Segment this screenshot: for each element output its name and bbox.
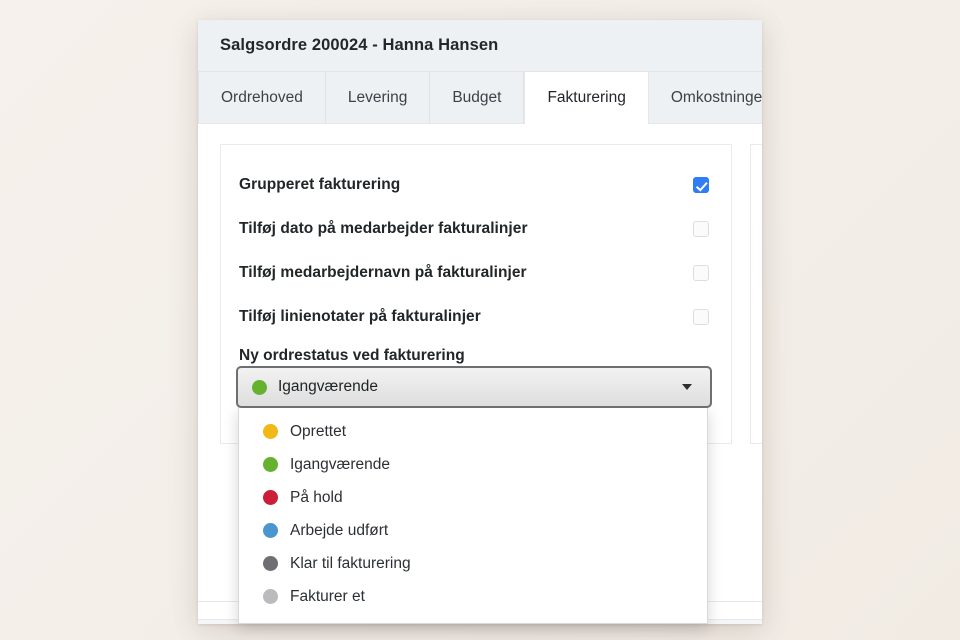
status-option-label: Oprettet: [290, 422, 346, 440]
chevron-down-icon[interactable]: [682, 384, 692, 390]
setting-row-tilfoej-linienotater[interactable]: Tilføj linienotater på fakturalinjer: [239, 295, 711, 339]
status-dot-icon: [263, 589, 278, 604]
status-option-label: Arbejde udført: [290, 521, 389, 539]
setting-row-tilfoej-dato[interactable]: Tilføj dato på medarbejder fakturalinjer: [239, 207, 711, 251]
tab-omkostninger[interactable]: Omkostninger: [649, 72, 762, 123]
screen: Salgsordre 200024 - Hanna Hansen Ordreho…: [0, 0, 960, 640]
status-option-oprettet[interactable]: Oprettet: [239, 415, 707, 448]
status-option-igangvaerende[interactable]: Igangværende: [239, 448, 707, 481]
setting-row-tilfoej-medarbejdernavn[interactable]: Tilføj medarbejdernavn på fakturalinjer: [239, 251, 711, 295]
status-dot-icon: [263, 490, 278, 505]
status-option-paa-hold[interactable]: På hold: [239, 481, 707, 514]
checkbox-tilfoej-linienotater[interactable]: [693, 309, 709, 325]
status-dot-icon: [263, 523, 278, 538]
checkbox-grupperet-fakturering[interactable]: [693, 177, 709, 193]
setting-label: Tilføj linienotater på fakturalinjer: [239, 308, 481, 325]
status-field-label: Ny ordrestatus ved fakturering: [239, 347, 465, 364]
secondary-card: [750, 144, 762, 444]
status-select-value: Igangværende: [252, 378, 682, 396]
status-dot-icon: [252, 379, 267, 395]
status-option-faktureret[interactable]: Fakturer et: [239, 580, 707, 613]
setting-label: Tilføj medarbejdernavn på fakturalinjer: [239, 264, 527, 281]
status-option-label: På hold: [290, 488, 343, 506]
status-option-label: Igangværende: [290, 455, 390, 473]
status-dot-icon: [263, 424, 278, 439]
tab-levering[interactable]: Levering: [326, 72, 431, 123]
status-select[interactable]: Igangværende Oprettet Igangværende På ho…: [236, 366, 712, 624]
setting-row-grupperet-fakturering[interactable]: Grupperet fakturering: [239, 163, 711, 207]
tab-budget[interactable]: Budget: [430, 72, 525, 123]
tab-bar: Ordrehoved Levering Budget Fakturering O…: [198, 72, 762, 124]
tab-ordrehoved[interactable]: Ordrehoved: [198, 72, 326, 123]
dialog-titlebar: Salgsordre 200024 - Hanna Hansen: [198, 20, 762, 72]
status-option-label: Fakturer et: [290, 587, 365, 605]
status-select-value-label: Igangværende: [278, 378, 378, 395]
status-option-label: Klar til fakturering: [290, 554, 411, 572]
checkbox-tilfoej-medarbejdernavn[interactable]: [693, 265, 709, 281]
status-select-trigger[interactable]: Igangværende: [236, 366, 712, 408]
tab-fakturering[interactable]: Fakturering: [524, 72, 649, 124]
status-dot-icon: [263, 457, 278, 472]
page-title: Salgsordre 200024 - Hanna Hansen: [220, 36, 499, 54]
status-option-klar-til-fakturering[interactable]: Klar til fakturering: [239, 547, 707, 580]
status-select-menu[interactable]: Oprettet Igangværende På hold Arbejde ud…: [238, 407, 708, 624]
status-option-arbejde-udfoert[interactable]: Arbejde udført: [239, 514, 707, 547]
setting-label: Tilføj dato på medarbejder fakturalinjer: [239, 220, 528, 237]
status-dot-icon: [263, 556, 278, 571]
setting-label: Grupperet fakturering: [239, 176, 401, 193]
checkbox-tilfoej-dato[interactable]: [693, 221, 709, 237]
